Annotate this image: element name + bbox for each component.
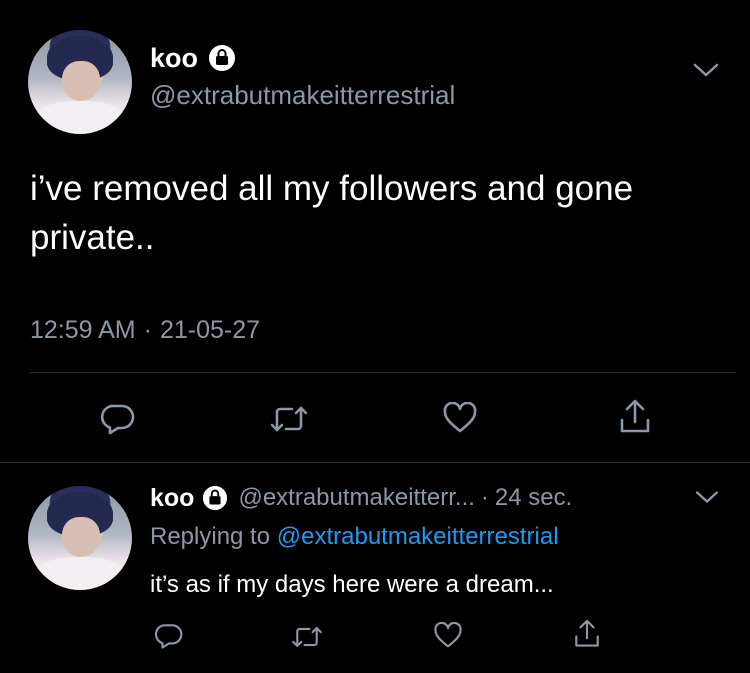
chevron-down-icon[interactable]: [692, 60, 720, 85]
display-name[interactable]: koo: [150, 43, 198, 74]
lock-icon: [202, 485, 228, 511]
tweet-timestamp[interactable]: 12:59 AM · 21-05-27: [30, 316, 260, 345]
date: 21-05-27: [159, 316, 261, 344]
replying-to-mention[interactable]: @extrabutmakeitterrestrial: [277, 523, 559, 550]
reply-icon[interactable]: [154, 622, 184, 650]
avatar[interactable]: [28, 30, 132, 134]
reply-display-name[interactable]: koo: [150, 484, 194, 513]
reply-handle[interactable]: @extrabutmakeitterr...: [238, 484, 474, 512]
avatar-shirt: [33, 100, 127, 134]
share-icon[interactable]: [618, 398, 652, 436]
dot-separator: ·: [480, 484, 489, 511]
tweet-text-line1: i’ve removed all my followers and gone: [30, 169, 634, 208]
lock-icon: [208, 44, 236, 72]
avatar-face: [62, 61, 100, 101]
user-handle[interactable]: @extrabutmakeitterrestrial: [150, 80, 455, 111]
tweet-text: i’ve removed all my followers and gone p…: [30, 164, 730, 262]
reply-icon[interactable]: [100, 402, 136, 436]
time: 12:59 AM: [30, 316, 136, 344]
heart-icon[interactable]: [433, 622, 463, 649]
retweet-icon[interactable]: [290, 624, 324, 650]
share-icon[interactable]: [573, 618, 601, 650]
replying-to: Replying to @extrabutmakeitterrestrial: [150, 523, 559, 551]
chevron-down-icon[interactable]: [694, 488, 720, 511]
heart-icon[interactable]: [442, 402, 478, 434]
reply-avatar[interactable]: [28, 486, 132, 590]
divider: [30, 372, 736, 373]
reply-header: koo @extrabutmakeitterr... · 24 sec.: [150, 482, 572, 514]
reply-age[interactable]: 24 sec.: [495, 484, 572, 512]
replying-to-label: Replying to: [150, 523, 271, 550]
tweet-text-line2: private..: [30, 218, 155, 257]
reply-text: it’s as if my days here were a dream...: [150, 571, 554, 598]
retweet-icon[interactable]: [268, 404, 310, 434]
avatar-face: [62, 517, 100, 557]
dot-separator: ·: [143, 316, 152, 344]
main-tweet-header: koo: [150, 42, 236, 74]
avatar-shirt: [33, 556, 127, 590]
tweet-divider: [0, 462, 750, 463]
